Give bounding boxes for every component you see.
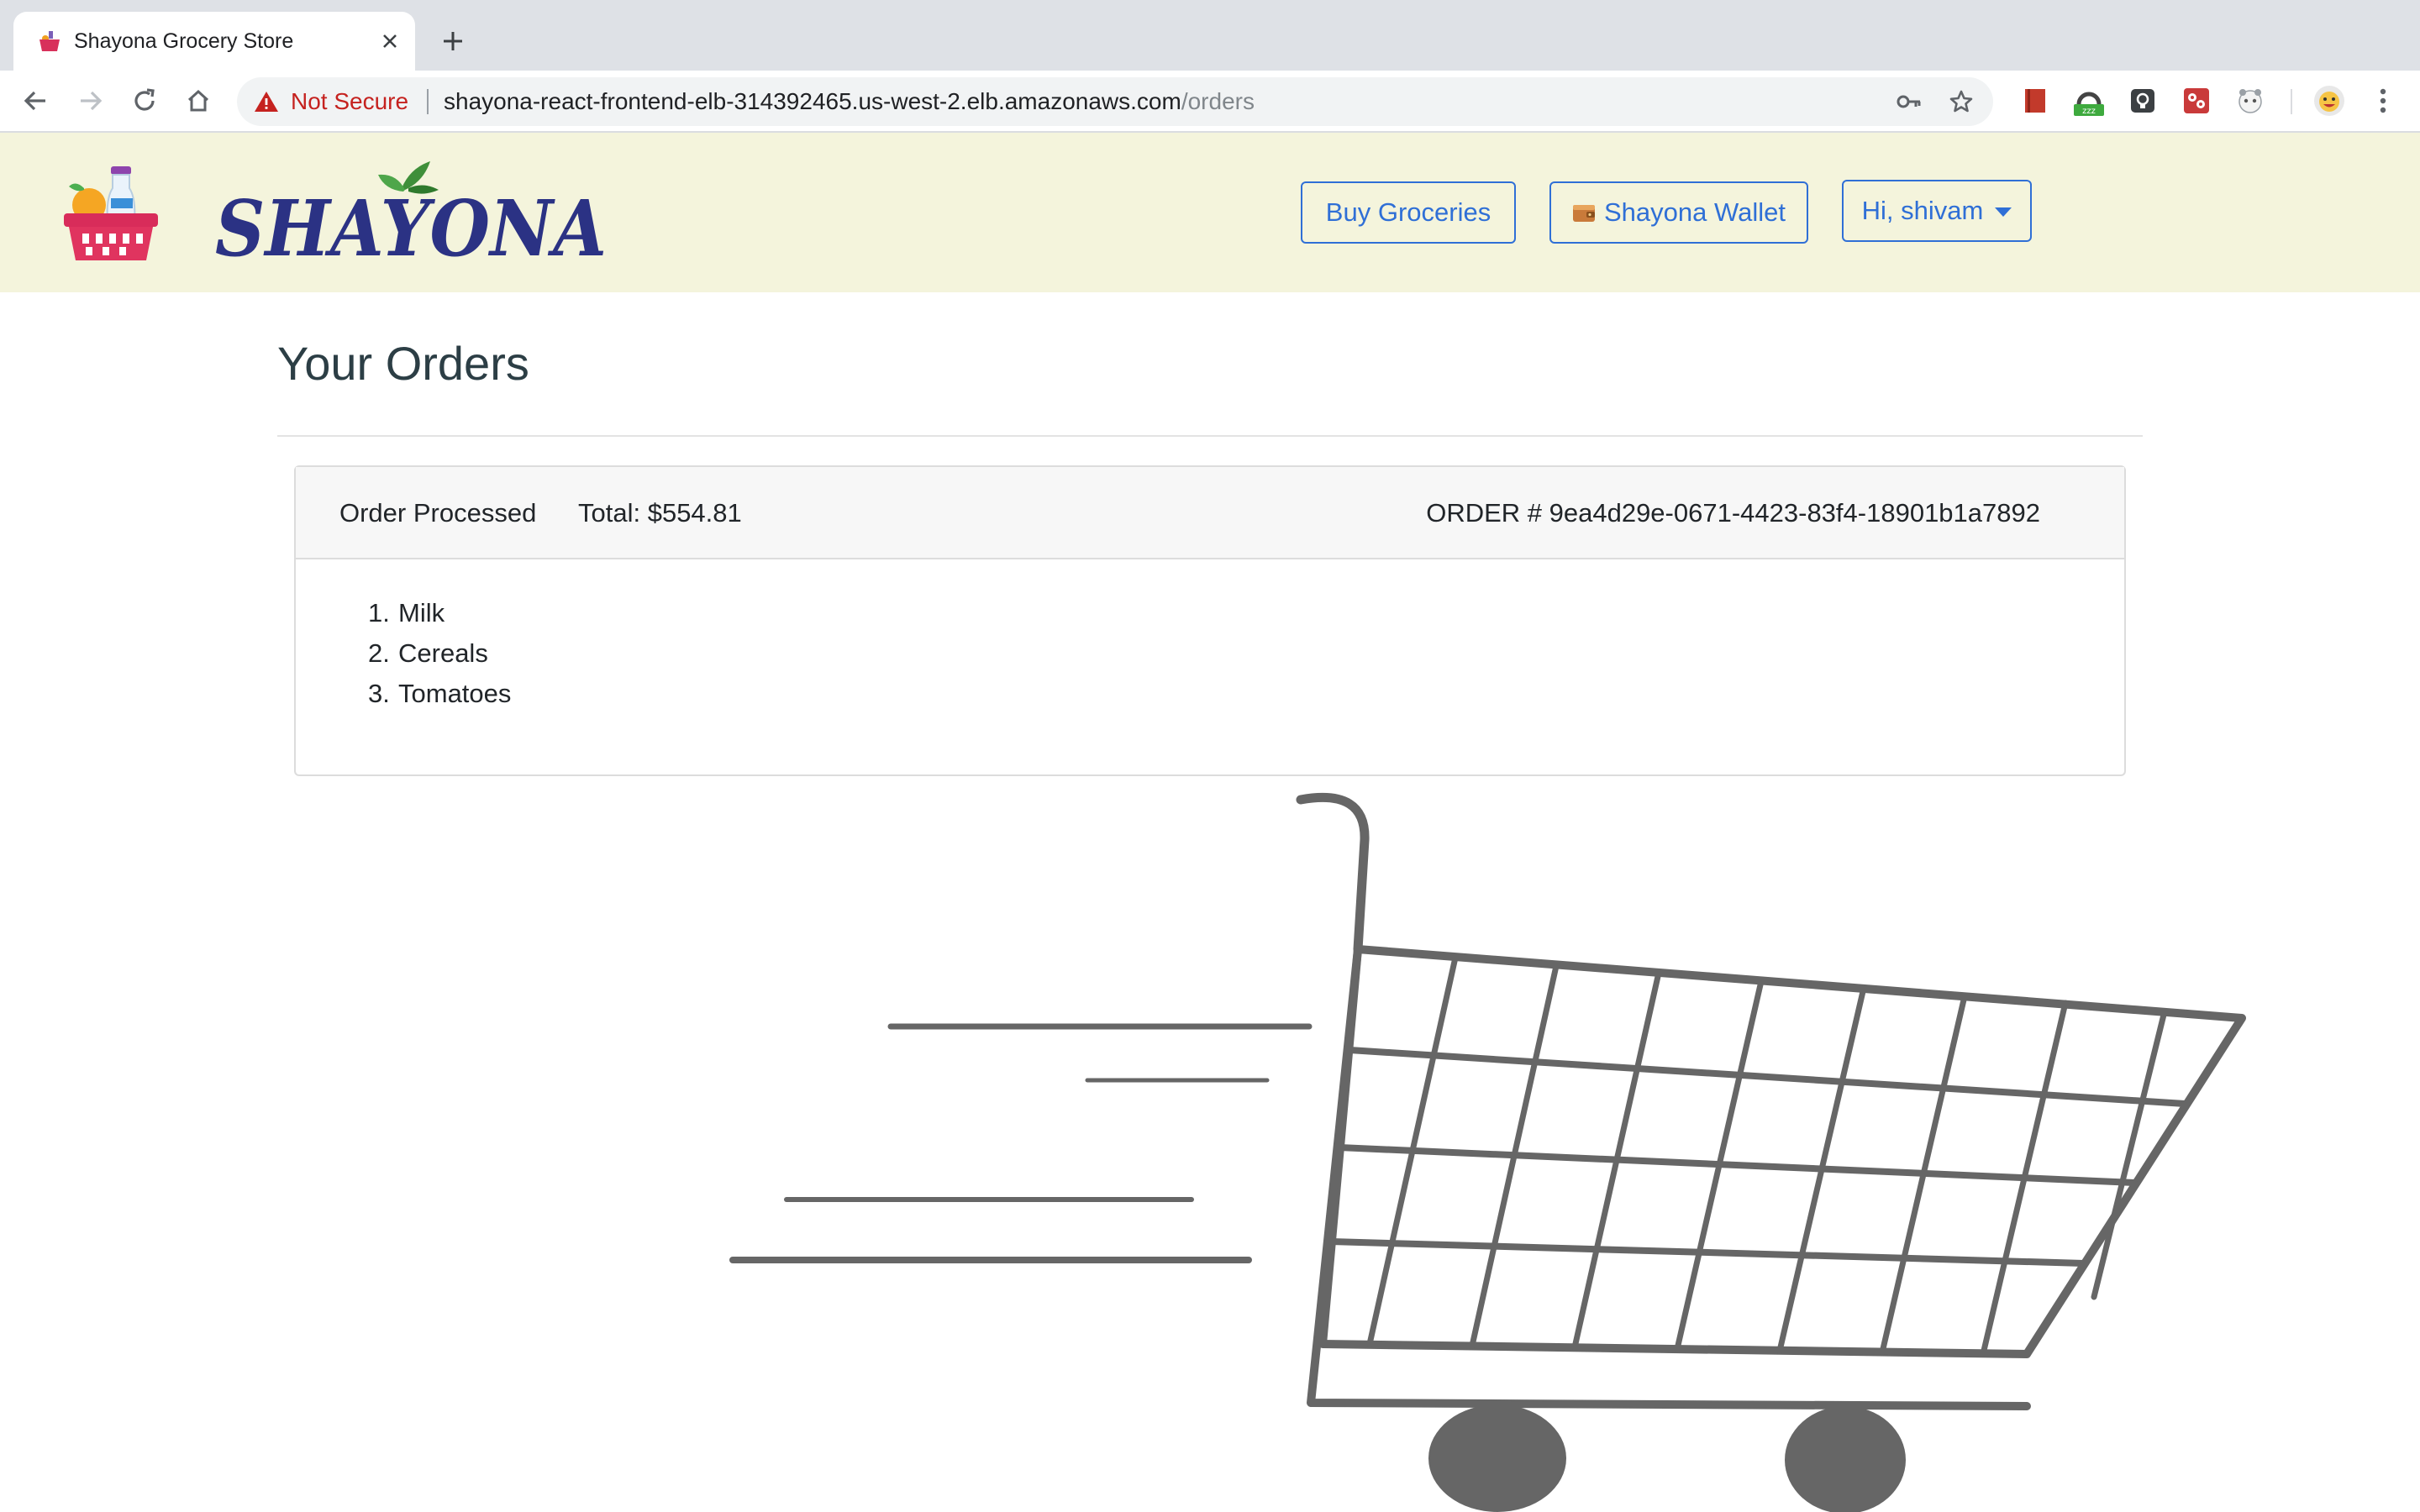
svg-text:zzz: zzz [2082,107,2096,116]
order-total: Total: $554.81 [578,498,742,528]
basket-logo-icon[interactable] [64,165,158,262]
back-icon[interactable] [17,82,54,119]
url-host: shayona-react-frontend-elb-314392465.us-… [444,88,1181,114]
user-menu-label: Hi, shivam [1861,196,1984,225]
lightbulb-extension-icon[interactable] [2126,84,2160,118]
bookmark-extension-icon[interactable] [2018,84,2052,118]
not-secure-label[interactable]: Not Secure [291,77,408,126]
key-icon[interactable] [1896,88,1923,115]
item-name: Milk [398,598,445,627]
shayona-wallet-label: Shayona Wallet [1604,197,1786,227]
page-title: Your Orders [277,337,529,390]
wallet-icon [1573,205,1595,222]
order-card-header: Order Processed Total: $554.81 ORDER # 9… [296,467,2124,559]
browser-toolbar: Not Secure shayona-react-frontend-elb-31… [0,71,2420,133]
shopping-cart-illustration [729,792,2246,1512]
star-icon[interactable] [1948,88,1975,115]
chevron-down-icon [1995,207,2012,217]
list-item: 1. Milk [368,593,511,633]
url-path: /orders [1181,88,1255,114]
new-tab-icon[interactable] [435,24,471,59]
buy-groceries-label: Buy Groceries [1325,197,1491,227]
reload-icon[interactable] [126,82,163,119]
site-navbar: SHAYONA Buy Groceries Shayona Wallet Hi,… [0,133,2420,292]
item-name: Tomatoes [398,679,512,708]
list-item: 3. Tomatoes [368,674,511,714]
user-menu-dropdown[interactable]: Hi, shivam [1842,180,2032,242]
basket-favicon-icon [39,31,60,51]
warning-icon [255,92,278,112]
item-number: 3. [368,679,390,708]
toolbar-divider [2291,89,2292,114]
tab-title: Shayona Grocery Store [74,29,294,53]
shayona-brand-logo[interactable]: SHAYONA [210,156,613,274]
url-text[interactable]: shayona-react-frontend-elb-314392465.us-… [444,77,1255,126]
order-number: ORDER # 9ea4d29e-0671-4423-83f4-18901b1a… [1426,498,2040,528]
title-divider [277,435,2143,437]
browser-tab[interactable]: Shayona Grocery Store [13,12,415,71]
order-card: Order Processed Total: $554.81 ORDER # 9… [294,465,2126,776]
item-number: 2. [368,638,390,668]
profile-avatar-icon[interactable] [2312,84,2346,118]
panda-extension-icon[interactable] [2233,84,2267,118]
brand-wordmark: SHAYONA [215,183,607,274]
home-icon[interactable] [180,82,217,119]
item-number: 1. [368,598,390,627]
address-bar[interactable]: Not Secure shayona-react-frontend-elb-31… [237,77,1993,126]
order-status: Order Processed [339,498,537,528]
more-icon[interactable] [2366,84,2400,118]
item-name: Cereals [398,638,488,668]
omnibox-divider [427,89,429,114]
forward-icon[interactable] [72,82,109,119]
list-item: 2. Cereals [368,633,511,674]
puzzle-extension-icon[interactable] [2180,84,2213,118]
snooze-extension-icon[interactable]: zzz [2072,84,2106,118]
order-items-list: 1. Milk 2. Cereals 3. Tomatoes [368,593,511,714]
tab-close-icon[interactable] [376,28,403,55]
shayona-wallet-button[interactable]: Shayona Wallet [1549,181,1808,244]
buy-groceries-button[interactable]: Buy Groceries [1301,181,1516,244]
browser-tabstrip: Shayona Grocery Store [0,0,2420,71]
